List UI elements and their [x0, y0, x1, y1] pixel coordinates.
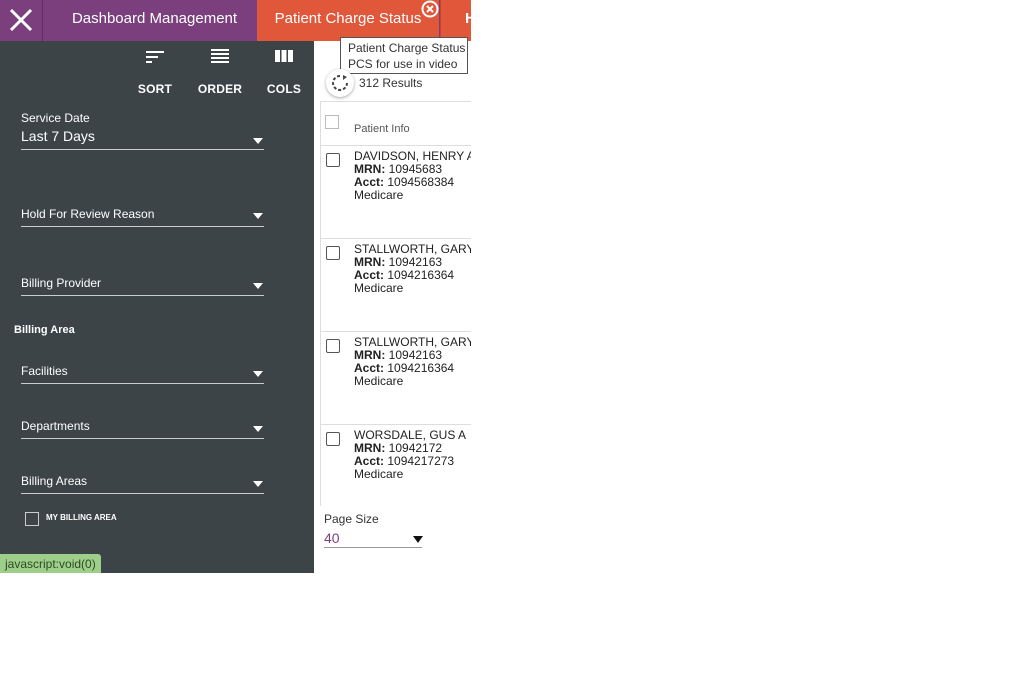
row-checkbox[interactable] [326, 153, 340, 167]
status-bar-url: javascript:void(0) [0, 554, 101, 573]
acct-value: 1094217273 [387, 454, 455, 468]
divider [21, 438, 264, 439]
close-button[interactable] [0, 0, 43, 41]
mrn-label: MRN: [354, 441, 386, 455]
patient-info-cell: DAVIDSON, HENRY A MRN: 10945683 Acct: 10… [354, 150, 471, 202]
patient-info-cell: STALLWORTH, GARY MRN: 10942163 Acct: 109… [354, 336, 471, 388]
mrn-label: MRN: [354, 255, 386, 269]
divider [21, 295, 264, 296]
columns-button[interactable]: COLS [259, 47, 309, 96]
app-window: Dashboard Management Patient Charge Stat… [0, 0, 471, 573]
divider [21, 383, 264, 384]
billing-area-heading: Billing Area [14, 324, 75, 336]
divider [324, 547, 422, 548]
chevron-down-icon [253, 283, 263, 289]
top-bar: Dashboard Management Patient Charge Stat… [0, 0, 471, 41]
billing-areas-label: Billing Areas [21, 474, 88, 488]
row-checkbox[interactable] [326, 246, 340, 260]
mrn-value: 10942163 [388, 255, 443, 269]
departments-label: Departments [21, 419, 90, 433]
row-checkbox[interactable] [326, 339, 340, 353]
mrn-value: 10942163 [388, 348, 443, 362]
chevron-down-icon [253, 138, 263, 144]
my-billing-area-label: MY BILLING AREA [46, 513, 117, 522]
patient-info-cell: STALLWORTH, GARY MRN: 10942163 Acct: 109… [354, 243, 471, 295]
divider [21, 149, 264, 150]
hold-reason-select[interactable]: Hold For Review Reason [21, 207, 264, 228]
tab-patient-charge-status[interactable]: Patient Charge Status [257, 0, 439, 41]
service-date-select[interactable]: Service Date Last 7 Days [21, 111, 264, 151]
billing-areas-select[interactable]: Billing Areas [21, 474, 264, 495]
row-checkbox[interactable] [326, 432, 340, 446]
sort-button[interactable]: SORT [130, 47, 180, 96]
order-icon [211, 49, 229, 63]
acct-value: 1094216364 [387, 361, 455, 375]
columns-label: COLS [266, 82, 302, 96]
divider [21, 226, 264, 227]
mrn-label: MRN: [354, 348, 386, 362]
filter-sidebar: SORT ORDER COLS Service Date Last 7 Days [0, 41, 314, 573]
chevron-down-icon [253, 213, 263, 219]
service-date-value: Last 7 Days [21, 128, 95, 144]
page-size-control: Page Size 40 [324, 512, 423, 548]
divider [21, 493, 264, 494]
acct-label: Acct: [354, 361, 385, 375]
patient-payer: Medicare [354, 467, 404, 481]
mrn-value: 10945683 [388, 162, 443, 176]
patient-payer: Medicare [354, 374, 404, 388]
service-date-label: Service Date [21, 111, 90, 125]
results-count: 312 Results [359, 76, 423, 90]
table-row[interactable]: STALLWORTH, GARY MRN: 10942163 Acct: 109… [320, 239, 471, 332]
close-icon [9, 8, 33, 32]
billing-provider-select[interactable]: Billing Provider [21, 276, 264, 297]
refresh-icon [332, 75, 348, 91]
acct-label: Acct: [354, 454, 385, 468]
order-label: ORDER [197, 82, 243, 96]
acct-value: 1094216364 [387, 268, 455, 282]
tab-next[interactable]: H [440, 0, 471, 41]
order-button[interactable]: ORDER [195, 47, 245, 96]
table-row[interactable]: STALLWORTH, GARY MRN: 10942163 Acct: 109… [320, 332, 471, 425]
departments-select[interactable]: Departments [21, 419, 264, 440]
acct-value: 1094568384 [387, 175, 455, 189]
column-header-patient-info[interactable]: Patient Info [354, 123, 410, 135]
facilities-select[interactable]: Facilities [21, 364, 264, 385]
select-all-checkbox[interactable] [325, 115, 339, 129]
tab-dashboard-management[interactable]: Dashboard Management [53, 0, 256, 41]
columns-icon [275, 50, 293, 62]
tab-tooltip: Patient Charge Status PCS for use in vid… [340, 37, 468, 74]
page-size-select[interactable]: 40 [324, 530, 422, 546]
tab-close-icon[interactable] [420, 0, 440, 19]
table-row[interactable]: WORSDALE, GUS A MRN: 10942172 Acct: 1094… [320, 425, 471, 518]
chevron-down-icon [253, 481, 263, 487]
chevron-down-icon [253, 426, 263, 432]
sort-label: SORT [137, 82, 173, 96]
billing-provider-label: Billing Provider [21, 276, 102, 290]
tooltip-title: Patient Charge Status [348, 41, 466, 55]
chevron-down-icon[interactable] [413, 536, 423, 543]
facilities-label: Facilities [21, 364, 68, 378]
patient-payer: Medicare [354, 281, 404, 295]
page-size-label: Page Size [324, 512, 379, 526]
patient-payer: Medicare [354, 188, 404, 202]
chevron-down-icon [253, 371, 263, 377]
refresh-button[interactable] [326, 69, 354, 97]
sort-icon [146, 51, 164, 63]
patient-info-cell: WORSDALE, GUS A MRN: 10942172 Acct: 1094… [354, 429, 466, 481]
mrn-value: 10942172 [388, 441, 443, 455]
tooltip-description: PCS for use in video [348, 57, 458, 71]
table-row[interactable]: DAVIDSON, HENRY A MRN: 10945683 Acct: 10… [320, 146, 471, 239]
hold-reason-label: Hold For Review Reason [21, 207, 155, 221]
acct-label: Acct: [354, 268, 385, 282]
acct-label: Acct: [354, 175, 385, 189]
checkbox-box[interactable] [25, 512, 39, 526]
mrn-label: MRN: [354, 162, 386, 176]
tab-label: Patient Charge Status [274, 10, 422, 27]
